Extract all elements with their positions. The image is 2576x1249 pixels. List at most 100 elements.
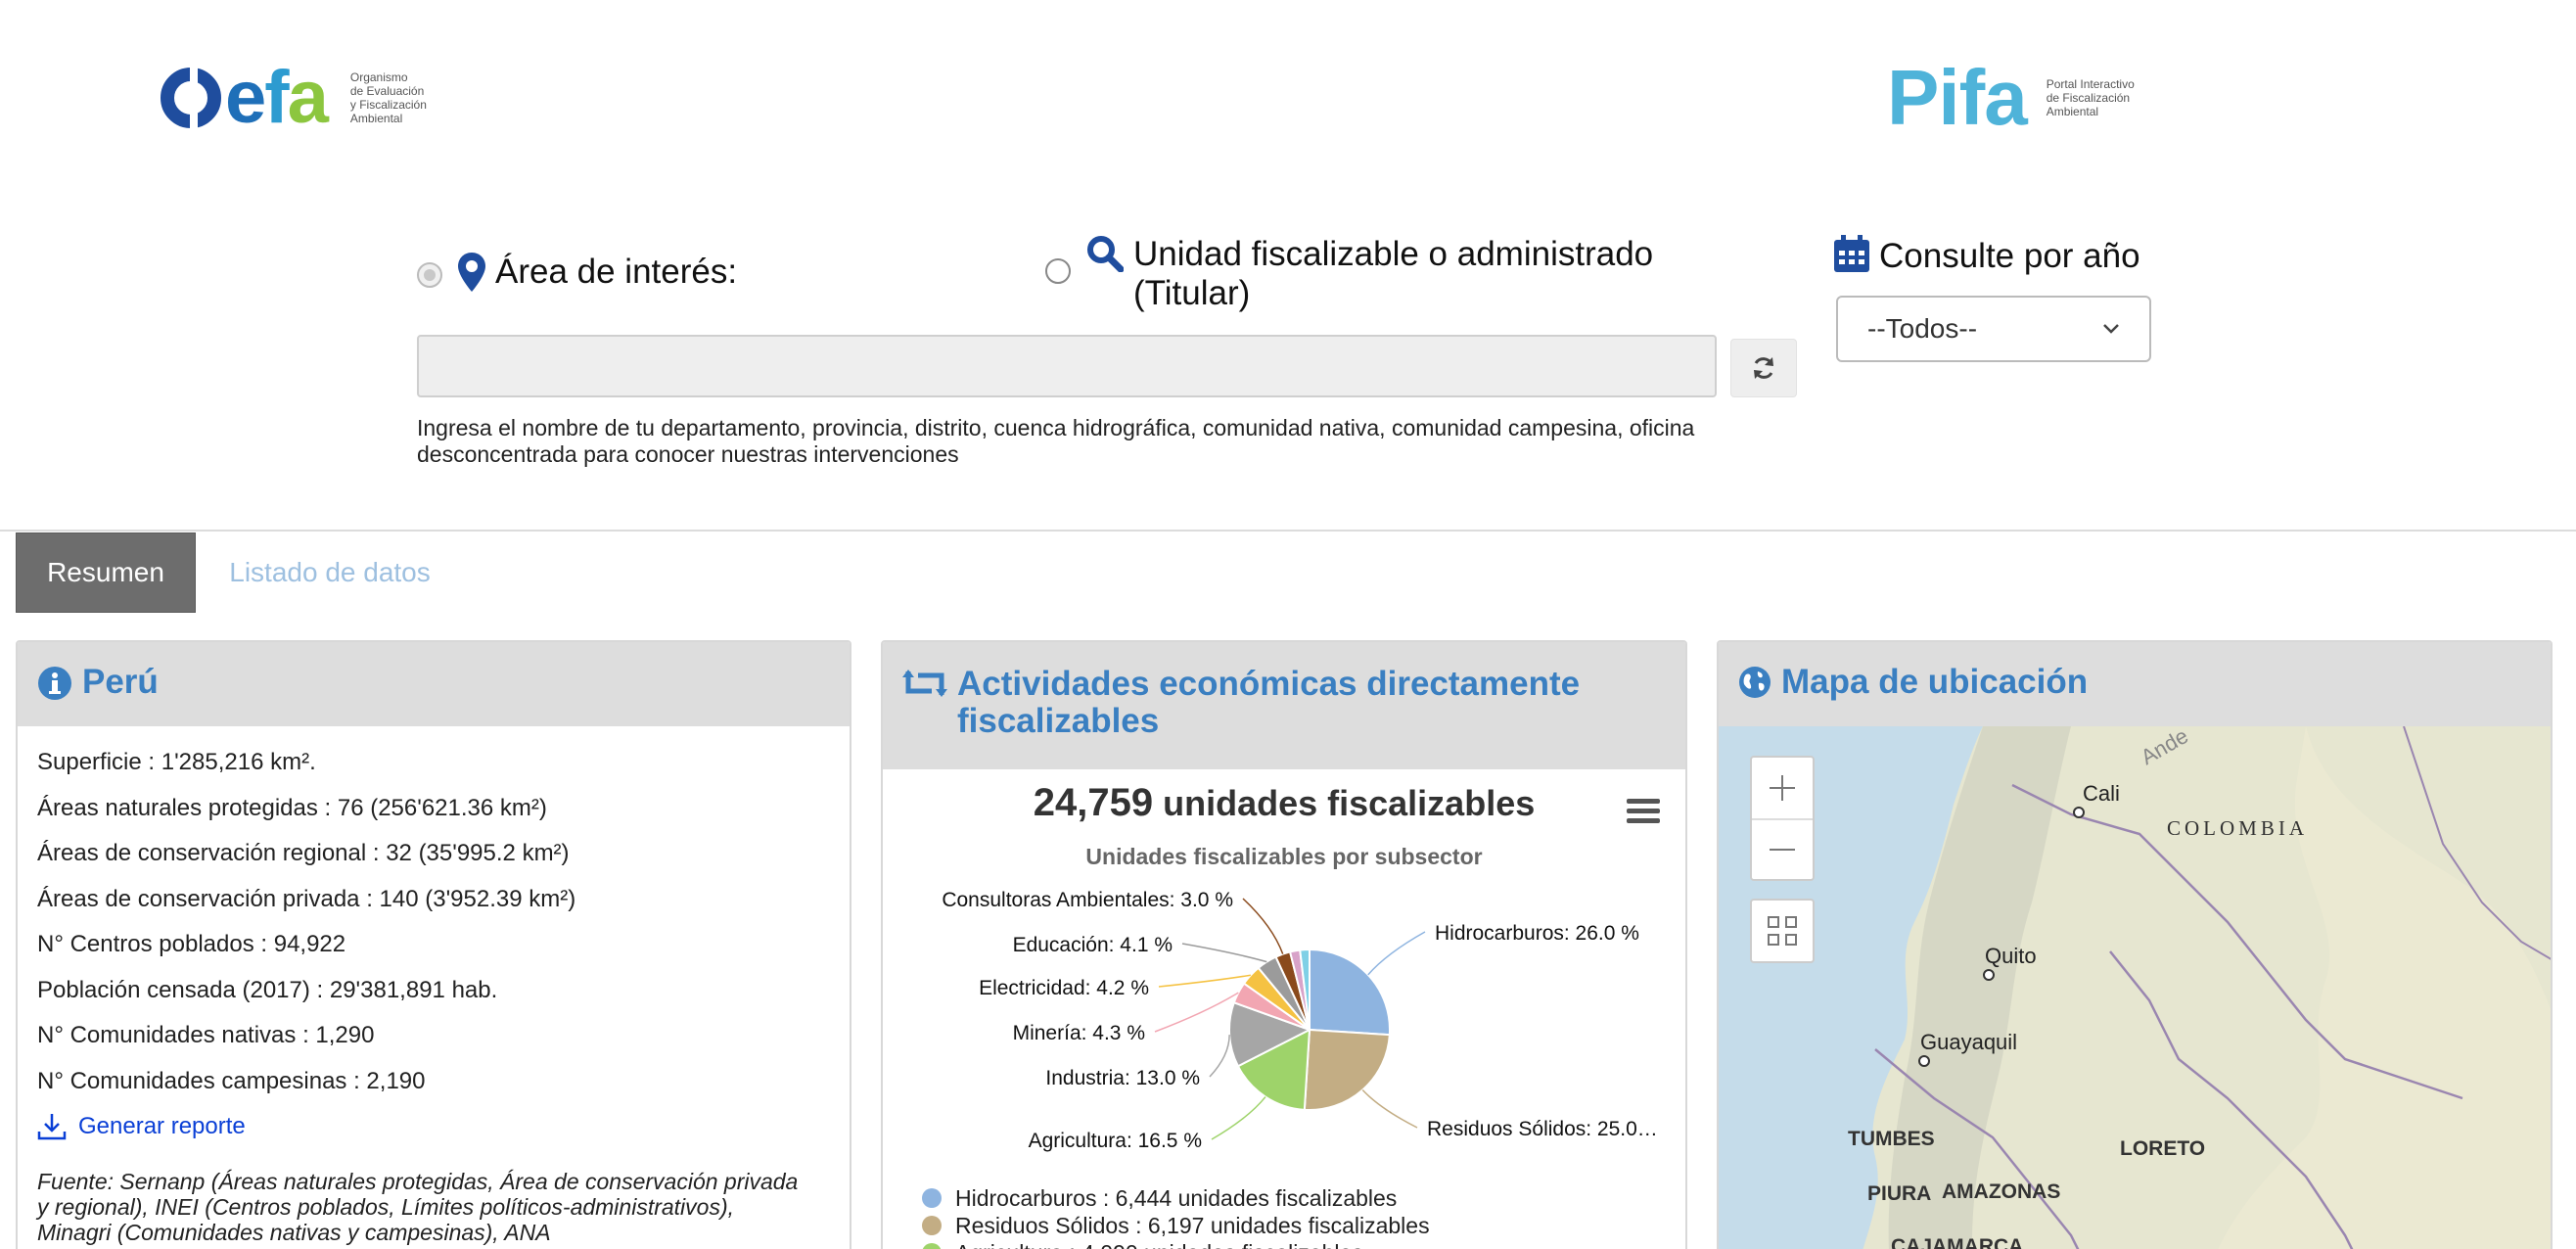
full-extent-button[interactable] <box>1752 901 1813 961</box>
stat-centros-poblados: N° Centros poblados : 94,922 <box>37 931 346 957</box>
pie-label-industria: Industria: 13.0 % <box>1045 1067 1200 1089</box>
tab-listado-de-datos[interactable]: Listado de datos <box>217 532 442 613</box>
pie-label-consultoras-ambientales: Consultoras Ambientales: 3.0 % <box>942 889 1233 911</box>
pie-connector-consultoras-ambientales <box>1242 898 1284 954</box>
peru-stats: Superficie : 1'285,216 km². Áreas natura… <box>18 726 850 1245</box>
peru-panel-header: Perú <box>18 642 850 726</box>
unidad-label: Unidad fiscalizable o administrado (Titu… <box>1133 235 1654 312</box>
search-input[interactable] <box>417 335 1717 397</box>
legend-label: Residuos Sólidos : 6,197 unidades fiscal… <box>955 1213 1430 1238</box>
legend-label: Agricultura : 4,090 unidades fiscalizabl… <box>955 1239 1363 1249</box>
stat-conservacion-privada: Áreas de conservación privada : 140 (3'9… <box>37 885 576 912</box>
units-count: 24,759 unidades fiscalizables <box>883 781 1685 825</box>
search-hint: Ingresa el nombre de tu departamento, pr… <box>417 415 1695 467</box>
generate-report-link[interactable]: Generar reporte <box>37 1112 830 1141</box>
area-radio[interactable] <box>417 262 442 288</box>
map-label-tumbes: TUMBES <box>1848 1128 1935 1150</box>
generate-report-label: Generar reporte <box>78 1113 246 1139</box>
legend-item-agricultura[interactable]: Agricultura : 4,090 unidades fiscalizabl… <box>922 1239 1430 1249</box>
peru-panel: Perú Superficie : 1'285,216 km². Áreas n… <box>16 640 851 1249</box>
peru-panel-title: Perú <box>82 663 159 701</box>
map-label-cali: Cali <box>2083 781 2120 806</box>
pie-label-educación: Educación: 4.1 % <box>1013 934 1173 956</box>
map-panel-title: Mapa de ubicación <box>1781 663 2089 701</box>
pie-connector-residuos-sólidos <box>1361 1088 1418 1129</box>
map-label-loreto: LORETO <box>2120 1137 2206 1160</box>
units-count-number: 24,759 <box>1033 781 1154 824</box>
pifa-tagline: Portal Interactivo de Fiscalización Ambi… <box>2046 77 2135 118</box>
search-option-unidad[interactable]: Unidad fiscalizable o administrado (Titu… <box>1045 235 1672 313</box>
full-extent-control <box>1750 899 1815 963</box>
map-label-piura: PIURA <box>1867 1182 1932 1205</box>
pie-connector-minería <box>1154 992 1239 1033</box>
pie-connector-hidrocarburos <box>1367 931 1426 976</box>
stat-areas-naturales: Áreas naturales protegidas : 76 (256'621… <box>37 794 547 821</box>
tab-resumen[interactable]: Resumen <box>16 532 196 613</box>
chevron-down-icon <box>2103 324 2119 334</box>
chart-legend: Hidrocarburos : 6,444 unidades fiscaliza… <box>922 1184 1430 1249</box>
legend-item-hidrocarburos[interactable]: Hidrocarburos : 6,444 unidades fiscaliza… <box>922 1184 1430 1212</box>
pie-label-electricidad: Electricidad: 4.2 % <box>979 977 1149 999</box>
pie-connector-industria <box>1209 1035 1230 1078</box>
map-label-quito: Quito <box>1985 944 2037 968</box>
pifa-wordmark: Pifa <box>1887 54 2028 141</box>
year-select[interactable]: --Todos-- <box>1836 296 2151 362</box>
pie-label-residuos-sólidos: Residuos Sólidos: 25.0… <box>1427 1118 1658 1140</box>
zoom-controls <box>1750 756 1815 881</box>
search-icon <box>1087 236 1124 272</box>
area-label: Área de interés: <box>495 253 738 291</box>
globe-icon <box>1739 667 1771 698</box>
legend-dot <box>922 1216 942 1235</box>
map-panel: Mapa de ubicación Ande Cali COLOMBIA Qui… <box>1717 640 2553 1249</box>
chart-title: Unidades fiscalizables por subsector <box>1085 844 1483 869</box>
oefa-tagline: Organismo de Evaluación y Fiscalización … <box>349 70 427 125</box>
zoom-in-button[interactable] <box>1752 758 1813 818</box>
stat-conservacion-regional: Áreas de conservación regional : 32 (35'… <box>37 840 570 866</box>
activities-panel-header: Actividades económicas directamente fisc… <box>883 642 1685 769</box>
zoom-out-button[interactable] <box>1752 818 1813 879</box>
pie-chart: Hidrocarburos: 26.0 % Residuos Sólidos: 2… <box>942 889 1658 1152</box>
map-label-cajamarca: CAJAMARCA <box>1891 1235 2024 1249</box>
stat-comunidades-nativas: N° Comunidades nativas : 1,290 <box>37 1022 375 1048</box>
stat-poblacion: Población censada (2017) : 29'381,891 ha… <box>37 976 498 1003</box>
pie-connector-educación <box>1181 943 1267 963</box>
pie-slice-residuos-sólidos[interactable] <box>1303 1028 1391 1111</box>
stat-comunidades-campesinas: N° Comunidades campesinas : 2,190 <box>37 1067 426 1094</box>
section-divider <box>0 530 2576 532</box>
plus-icon <box>1770 775 1795 801</box>
stat-superficie: Superficie : 1'285,216 km². <box>37 749 316 775</box>
pie-chart-area: Hidrocarburos: 26.0 % Residuos Sólidos: 2… <box>883 769 1685 1249</box>
search-option-area[interactable]: Área de interés: <box>417 253 737 292</box>
pie-slice-hidrocarburos[interactable] <box>1309 948 1391 1037</box>
calendar-icon <box>1834 235 1869 272</box>
legend-dot <box>922 1243 942 1249</box>
oefa-wordmark: efa <box>161 61 329 135</box>
map-marker-icon <box>458 253 485 292</box>
activities-panel-title: Actividades económicas directamente fisc… <box>957 665 1581 740</box>
year-label: Consulte por año <box>1879 237 2140 275</box>
source-note: Fuente: Sernanp (Áreas naturales protegi… <box>37 1169 799 1245</box>
pie-connector-electricidad <box>1158 974 1251 988</box>
refresh-icon <box>1754 357 1773 379</box>
year-filter-heading: Consulte por año <box>1834 235 2140 278</box>
pie-label-minería: Minería: 4.3 % <box>1013 1022 1145 1044</box>
pie-label-agricultura: Agricultura: 16.5 % <box>1029 1130 1202 1152</box>
map-view[interactable]: Ande Cali COLOMBIA Quito Guayaquil TUMBE… <box>1719 726 2551 1249</box>
pifa-logo: Pifa Portal Interactivo de Fiscalización… <box>1887 59 2164 137</box>
city-marker-cali <box>2073 807 2085 818</box>
activities-panel: Actividades económicas directamente fisc… <box>881 640 1687 1249</box>
map-label-amazonas: AMAZONAS <box>1942 1180 2061 1203</box>
city-marker-guayaquil <box>1918 1055 1930 1067</box>
units-count-unit: unidades fiscalizables <box>1163 783 1536 823</box>
pie-label-hidrocarburos: Hidrocarburos: 26.0 % <box>1435 922 1639 945</box>
legend-item-residuos[interactable]: Residuos Sólidos : 6,197 unidades fiscal… <box>922 1212 1430 1239</box>
minus-icon <box>1770 849 1795 851</box>
year-select-value: --Todos-- <box>1867 313 1978 344</box>
refresh-button[interactable] <box>1730 339 1797 397</box>
map-label-colombia: COLOMBIA <box>2167 816 2309 840</box>
unidad-radio[interactable] <box>1045 258 1071 284</box>
info-icon <box>38 667 71 700</box>
retweet-icon <box>902 670 947 697</box>
hamburger-menu-icon[interactable] <box>1627 797 1660 824</box>
download-icon <box>37 1114 67 1140</box>
